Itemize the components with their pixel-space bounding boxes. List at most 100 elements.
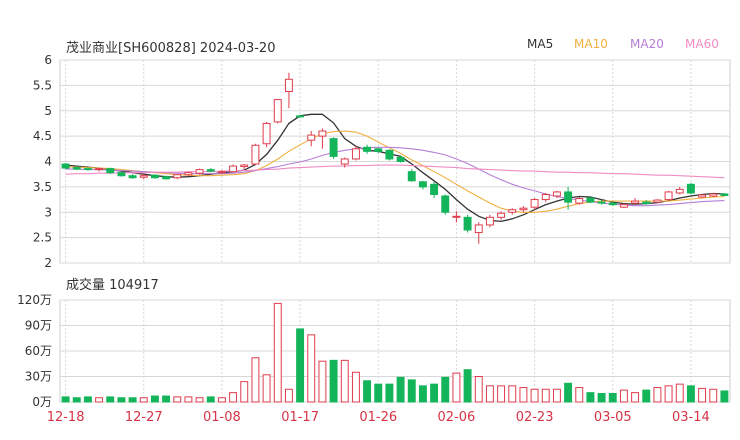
candle-up <box>340 158 349 165</box>
volume-bar-down <box>374 383 383 403</box>
candle-down <box>642 201 651 205</box>
candle-down <box>117 172 126 177</box>
volume-bar-up <box>709 388 718 403</box>
price-tick-label: 2.5 <box>33 231 52 245</box>
volume-bar-up <box>351 371 360 403</box>
volume-tick-label: 0万 <box>32 395 52 409</box>
volume-bar-down <box>150 395 159 403</box>
volume-bar-up <box>575 387 584 403</box>
candle-down <box>150 174 159 179</box>
candle-down <box>418 181 427 188</box>
volume-bar-up <box>508 385 517 403</box>
candle-down <box>463 216 472 231</box>
date-tick-label: 01-26 <box>359 410 397 425</box>
price-tick-label: 6 <box>44 53 52 67</box>
date-tick-label: 02-23 <box>516 410 554 425</box>
candle-down <box>407 171 416 182</box>
candle-up <box>173 174 182 179</box>
candle-down <box>83 168 92 171</box>
volume-bar-up <box>273 302 282 403</box>
price-tick-label: 5.5 <box>33 78 52 92</box>
price-tick-label: 2 <box>44 256 52 270</box>
date-tick-label: 02-06 <box>438 410 476 425</box>
volume-bar-up <box>173 396 182 403</box>
volume-bar-down <box>83 396 92 403</box>
candle-down <box>720 193 729 197</box>
candle-up <box>552 191 561 197</box>
candle-down <box>128 175 137 179</box>
volume-tick-label: 90万 <box>25 319 52 333</box>
volume-bar-down <box>720 390 729 403</box>
volume-bar-up <box>229 392 238 403</box>
volume-bar-up <box>318 360 327 403</box>
candle-up <box>318 130 327 137</box>
candle-up <box>351 148 360 160</box>
candle-up <box>452 215 461 218</box>
candle-up <box>284 78 293 92</box>
volume-bar-down <box>128 397 137 403</box>
candle-up <box>139 175 148 178</box>
volume-bar-up <box>675 383 684 403</box>
candle-down <box>608 202 617 206</box>
volume-bar-down <box>463 369 472 403</box>
candle-up <box>497 212 506 218</box>
candle-up <box>653 199 662 203</box>
volume-bar-up <box>184 396 193 403</box>
ma-line-ma60 <box>65 164 725 179</box>
chart-stage: 茂业商业[SH600828] 2024-03-20 MA5 MA10 MA20 … <box>0 0 740 440</box>
date-tick-label: 01-08 <box>203 410 241 425</box>
candle-down <box>385 149 394 160</box>
candle-up <box>262 122 271 145</box>
candle-down <box>441 195 450 213</box>
date-tick-label: 12-18 <box>47 410 85 425</box>
candle-down <box>396 156 405 163</box>
candle-down <box>162 176 171 180</box>
candle-up <box>217 171 226 174</box>
candle-up <box>474 224 483 234</box>
volume-bar-down <box>441 376 450 403</box>
volume-bar-up <box>653 387 662 403</box>
candle-down <box>106 168 115 174</box>
candle-up <box>195 169 204 174</box>
volume-bar-up <box>262 374 271 403</box>
candle-down <box>430 183 439 195</box>
candle-down <box>329 138 338 157</box>
volume-bar-down <box>430 383 439 403</box>
candle-down <box>586 197 595 203</box>
volume-bar-down <box>363 380 372 403</box>
candle-up <box>273 99 282 123</box>
date-tick-label: 12-27 <box>125 410 163 425</box>
price-tick-label: 4 <box>44 155 52 169</box>
volume-bar-up <box>284 388 293 403</box>
volume-bar-up <box>519 387 528 403</box>
candle-up <box>508 209 517 213</box>
volume-bar-down <box>162 395 171 403</box>
volume-bar-up <box>452 372 461 403</box>
date-tick-label: 03-14 <box>672 410 710 425</box>
volume-tick-label: 60万 <box>25 344 52 358</box>
price-tick-label: 5 <box>44 104 52 118</box>
volume-bar-down <box>72 397 81 403</box>
volume-bar-down <box>206 396 215 403</box>
candle-up <box>485 216 494 226</box>
volume-bar-up <box>485 385 494 403</box>
volume-bar-up <box>307 334 316 403</box>
candle-up <box>631 200 640 204</box>
volume-bar-down <box>686 385 695 403</box>
volume-tick-label: 30万 <box>25 370 52 384</box>
volume-bar-up <box>664 385 673 403</box>
volume-bar-up <box>251 357 260 403</box>
stock-chart-svg: 6 5.5 5 4.5 4 3.5 3 2.5 2 120万 90万 60万 30万 0万12-18 12-… <box>17 53 731 425</box>
volume-bar-up <box>552 388 561 403</box>
volume-bar-up <box>240 381 249 403</box>
date-tick-label: 03-05 <box>594 410 632 425</box>
candle-down <box>564 191 573 203</box>
volume-bar-up <box>619 389 628 403</box>
candle-up <box>251 144 260 165</box>
price-tick-label: 4.5 <box>33 129 52 143</box>
volume-bar-down <box>396 376 405 403</box>
candle-up <box>530 199 539 208</box>
volume-bar-up <box>195 397 204 403</box>
price-tick-label: 3.5 <box>33 180 52 194</box>
candle-up <box>698 194 707 198</box>
